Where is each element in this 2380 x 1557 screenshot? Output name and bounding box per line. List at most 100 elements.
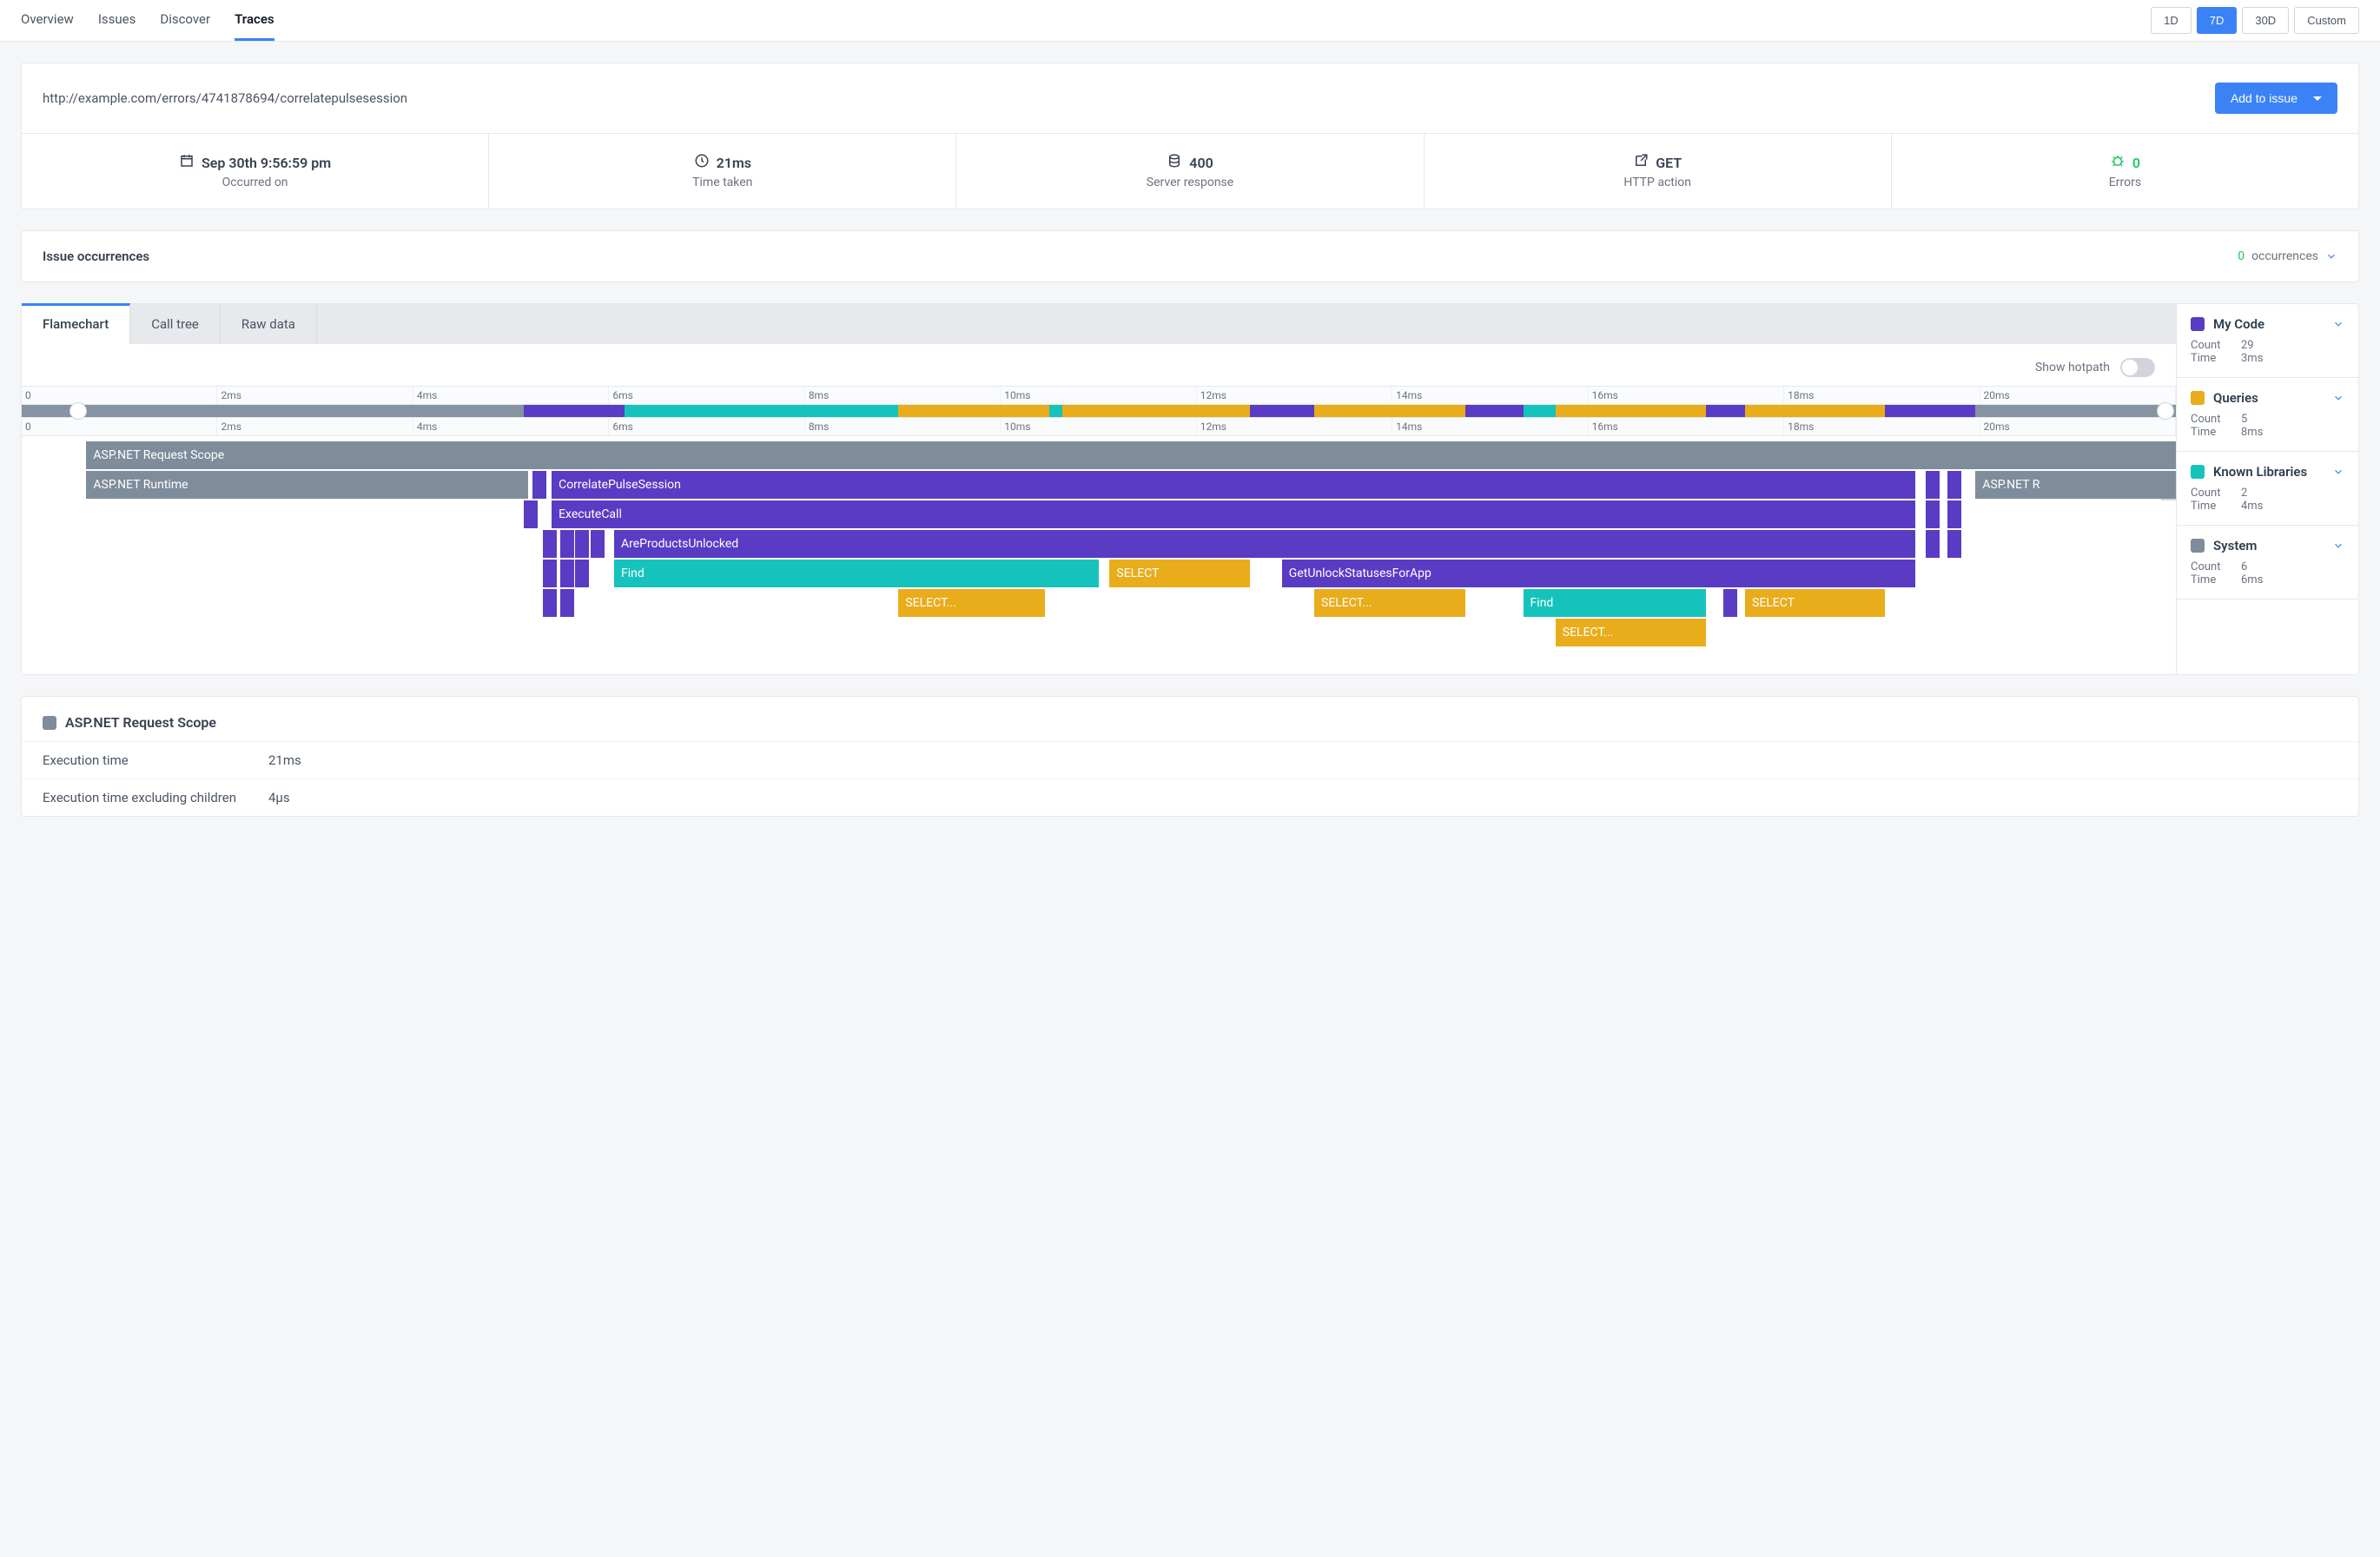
flame-span[interactable]: ASP.NET R: [1975, 471, 2176, 499]
minimap-segment: [524, 405, 625, 417]
time-range-custom[interactable]: Custom: [2294, 7, 2359, 34]
detail-key: Execution time: [43, 752, 268, 768]
ruler-tick: 18ms: [1784, 418, 1980, 435]
flame-row: SELECT... SELECT... Find SELECT: [22, 589, 2176, 619]
flame-tab-flamechart[interactable]: Flamechart: [22, 303, 130, 344]
detail-row: Execution time excluding children4µs: [22, 778, 2358, 816]
flame-span[interactable]: [1926, 530, 1940, 558]
flame-span[interactable]: [543, 530, 557, 558]
minimap-segment: [1109, 405, 1249, 417]
stat-http-action: GETHTTP action: [1425, 134, 1892, 209]
flame-span[interactable]: [532, 471, 546, 499]
flame-row: ASP.NET Runtime CorrelatePulseSession ASP.…: [22, 471, 2176, 500]
flame-span[interactable]: [560, 589, 574, 617]
range-handle-left[interactable]: [69, 402, 87, 420]
legend-item-system[interactable]: SystemCount6Time6ms: [2177, 526, 2358, 600]
trace-summary-card: http://example.com/errors/4741878694/cor…: [21, 63, 2359, 209]
stat-errors: 0Errors: [1892, 134, 2358, 209]
show-hotpath-toggle[interactable]: [2120, 358, 2155, 377]
bug-icon: [2110, 153, 2125, 172]
stat-value: 400: [1189, 155, 1213, 171]
flame-span[interactable]: [560, 530, 574, 558]
flame-span[interactable]: AreProductsUnlocked: [614, 530, 1915, 558]
issue-occurrences-toggle[interactable]: Issue occurrences 0 occurrences: [22, 231, 2358, 282]
flame-span[interactable]: ASP.NET Runtime: [86, 471, 527, 499]
legend-count-value: 5: [2241, 413, 2247, 426]
ruler-tick: 6ms: [609, 387, 804, 404]
nav-tab-discover[interactable]: Discover: [160, 0, 210, 41]
flame-span[interactable]: ExecuteCall: [552, 500, 1915, 528]
ruler-tick: 10ms: [1001, 387, 1196, 404]
minimap-segment: [1745, 405, 1885, 417]
ruler-tick: 12ms: [1197, 387, 1392, 404]
stat-label: Time taken: [498, 176, 947, 189]
time-range-30d[interactable]: 30D: [2242, 7, 2289, 34]
flame-span[interactable]: [560, 560, 574, 587]
flame-span[interactable]: CorrelatePulseSession: [552, 471, 1915, 499]
legend-swatch: [2191, 539, 2205, 553]
flame-span[interactable]: [1926, 471, 1940, 499]
chevron-down-icon: [2332, 466, 2344, 478]
ruler-tick: 12ms: [1197, 418, 1392, 435]
span-detail-card: ASP.NET Request Scope Execution time21ms…: [21, 696, 2359, 817]
stats-row: Sep 30th 9:56:59 pmOccurred on21msTime t…: [22, 134, 2358, 209]
flame-span[interactable]: [543, 560, 557, 587]
stat-value: 0: [2132, 155, 2140, 171]
flame-span[interactable]: SELECT...: [1314, 589, 1465, 617]
ruler-tick: 8ms: [805, 418, 1001, 435]
time-range-7d[interactable]: 7D: [2197, 7, 2238, 34]
nav-tabs: Overview Issues Discover Traces: [21, 0, 274, 41]
ruler-tick: 0: [22, 387, 217, 404]
flame-span[interactable]: [1947, 471, 1961, 499]
stat-time-taken: 21msTime taken: [489, 134, 956, 209]
flamechart-card: FlamechartCall treeRaw data Show hotpath…: [21, 303, 2359, 675]
legend-item-known-libraries[interactable]: Known LibrariesCount2Time4ms: [2177, 452, 2358, 526]
nav-tab-overview[interactable]: Overview: [21, 0, 74, 41]
flame-span[interactable]: ASP.NET Request Scope: [86, 441, 2176, 469]
flame-minimap[interactable]: [22, 405, 2176, 417]
stat-value: GET: [1656, 155, 1682, 171]
flame-span[interactable]: [591, 530, 605, 558]
flame-row: ASP.NET Request Scope: [22, 441, 2176, 471]
flame-span[interactable]: SELECT: [1109, 560, 1249, 587]
legend-time-value: 3ms: [2241, 352, 2263, 365]
ruler-tick: 20ms: [1980, 418, 2176, 435]
legend-time-label: Time: [2191, 500, 2225, 513]
nav-tab-issues[interactable]: Issues: [98, 0, 136, 41]
time-range-1d[interactable]: 1D: [2151, 7, 2192, 34]
flame-span[interactable]: Find: [1524, 589, 1707, 617]
flame-span[interactable]: [575, 560, 589, 587]
legend-item-queries[interactable]: QueriesCount5Time8ms: [2177, 378, 2358, 452]
flame-span[interactable]: [524, 500, 538, 528]
time-range-group: 1D7D30DCustom: [2151, 7, 2359, 34]
flame-span[interactable]: Find: [614, 560, 1099, 587]
flame-span[interactable]: [1947, 530, 1961, 558]
flame-tab-raw-data[interactable]: Raw data: [221, 304, 317, 344]
flame-span[interactable]: SELECT...: [1556, 619, 1707, 646]
ruler-tick: 0: [22, 418, 217, 435]
chevron-down-icon: [2325, 250, 2337, 262]
flame-span[interactable]: [1926, 500, 1940, 528]
minimap-segment: [1062, 405, 1110, 417]
add-to-issue-button[interactable]: Add to issue: [2215, 83, 2337, 114]
range-handle-right[interactable]: [2157, 402, 2174, 420]
flame-span[interactable]: [543, 589, 557, 617]
legend-name: System: [2213, 538, 2257, 553]
flame-span[interactable]: SELECT...: [898, 589, 1045, 617]
flame-rows[interactable]: ASP.NET Request ScopeASP.NET Runtime Corr…: [22, 436, 2176, 674]
flame-span[interactable]: [1947, 500, 1961, 528]
nav-tab-traces[interactable]: Traces: [235, 0, 274, 41]
flame-span[interactable]: [575, 530, 589, 558]
calendar-icon: [179, 153, 195, 172]
flame-span[interactable]: [1723, 589, 1737, 617]
legend-count-value: 29: [2241, 339, 2254, 352]
legend-count-value: 2: [2241, 487, 2247, 500]
ruler-tick: 16ms: [1589, 418, 1784, 435]
ruler-tick: 16ms: [1589, 387, 1784, 404]
flame-tab-call-tree[interactable]: Call tree: [130, 304, 221, 344]
ruler-tick: 6ms: [609, 418, 804, 435]
flame-span[interactable]: GetUnlockStatusesForApp: [1282, 560, 1915, 587]
legend-item-my-code[interactable]: My CodeCount29Time3ms: [2177, 304, 2358, 378]
legend-swatch: [2191, 391, 2205, 405]
flame-span[interactable]: SELECT: [1745, 589, 1885, 617]
